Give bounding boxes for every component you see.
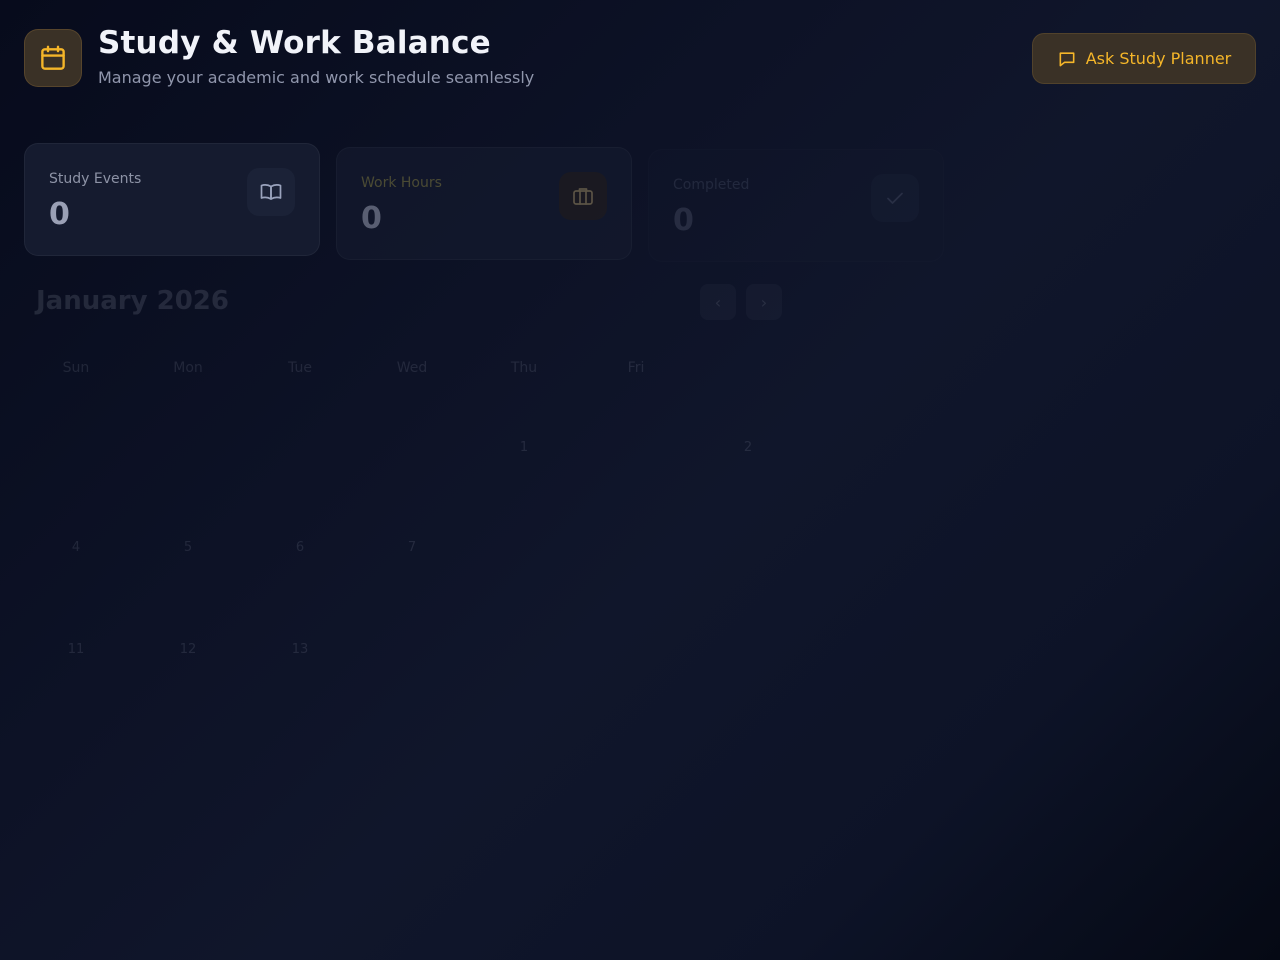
stat-icon-box	[559, 172, 607, 220]
weekday-wed: Wed	[396, 360, 428, 376]
chat-bubble-icon	[1059, 51, 1075, 66]
page-title: Study & Work Balance	[98, 25, 491, 61]
calendar-day[interactable]: 13	[250, 642, 350, 657]
calendar-day[interactable]: 2	[698, 440, 798, 455]
stat-value: 0	[361, 201, 382, 236]
stat-icon-box	[871, 174, 919, 222]
stat-value: 0	[673, 203, 694, 238]
stat-card-work-hours: Work Hours 0	[336, 147, 632, 260]
ask-study-planner-label: Ask Study Planner	[1085, 49, 1232, 68]
weekday-thu: Thu	[510, 360, 538, 376]
calendar: January 2026 ‹ › Sun Mon Tue Wed Thu Fri…	[24, 280, 804, 720]
app-logo	[24, 29, 82, 87]
weekday-mon: Mon	[173, 360, 203, 376]
calendar-day[interactable]: 6	[250, 540, 350, 555]
check-icon	[887, 192, 903, 204]
page-subtitle: Manage your academic and work schedule s…	[98, 68, 535, 87]
briefcase-icon	[573, 188, 593, 205]
stat-label: Study Events	[49, 171, 142, 187]
stat-label: Work Hours	[361, 175, 442, 191]
stat-icon-box	[247, 168, 295, 216]
calendar-month-title: January 2026	[36, 286, 229, 316]
ask-study-planner-button[interactable]: Ask Study Planner	[1032, 33, 1256, 84]
weekday-tue: Tue	[288, 360, 312, 376]
weekday-sun: Sun	[62, 360, 90, 376]
stat-label: Completed	[673, 177, 750, 193]
next-month-button[interactable]: ›	[746, 284, 782, 320]
prev-month-button[interactable]: ‹	[700, 284, 736, 320]
calendar-day[interactable]: 11	[26, 642, 126, 657]
calendar-icon	[41, 45, 65, 70]
stat-value: 0	[49, 197, 70, 232]
calendar-day[interactable]: 12	[138, 642, 238, 657]
calendar-day[interactable]: 5	[138, 540, 238, 555]
calendar-day[interactable]: 1	[474, 440, 574, 455]
calendar-day[interactable]: 7	[362, 540, 462, 555]
weekday-fri: Fri	[627, 360, 645, 376]
calendar-day[interactable]: 4	[26, 540, 126, 555]
stat-card-study-events: Study Events 0	[24, 143, 320, 256]
stat-card-completed: Completed 0	[648, 149, 944, 262]
book-open-icon	[260, 183, 282, 200]
